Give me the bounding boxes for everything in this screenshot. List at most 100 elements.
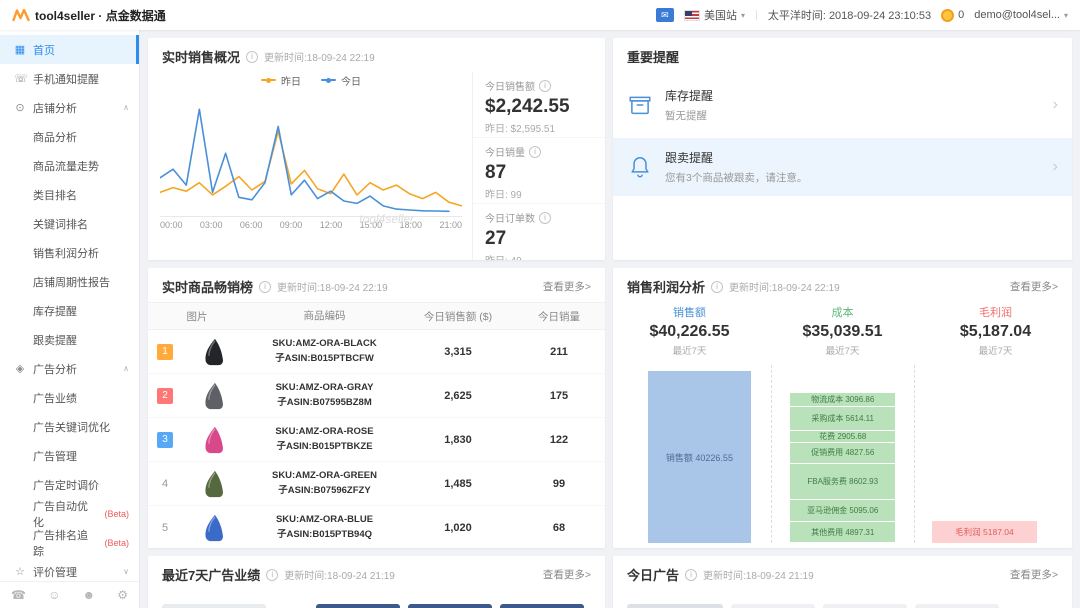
account-email: demo@tool4sel... xyxy=(974,9,1060,21)
col-sales: 今日销售额 ($) xyxy=(403,309,513,324)
card-title: 实时销售概况 xyxy=(162,47,240,66)
inventory-box-icon xyxy=(627,92,653,118)
metric-chip[interactable] xyxy=(627,604,723,608)
product-image xyxy=(182,425,246,455)
info-icon[interactable]: i xyxy=(711,281,723,293)
sales-total-bar[interactable]: 销售额 40226.55 xyxy=(648,371,750,543)
legend-yesterday[interactable]: 昨日 xyxy=(261,73,301,88)
shop-icon: ⊙ xyxy=(14,101,26,114)
cost-block[interactable]: 采购成本 5614.11 xyxy=(790,407,895,431)
sidebar-item-首页[interactable]: ▦首页 xyxy=(0,35,139,64)
bell-icon xyxy=(627,154,653,180)
cost-block[interactable]: FBA服务费 8602.93 xyxy=(790,464,895,501)
x-tick: 12:00 xyxy=(320,220,343,230)
x-tick: 21:00 xyxy=(439,220,462,230)
rank-cell: 2 xyxy=(148,388,182,404)
stat-label: 今日销量 xyxy=(485,144,525,159)
view-more-link[interactable]: 查看更多> xyxy=(543,279,591,294)
sidebar-item-评价管理[interactable]: ☆评价管理∨ xyxy=(0,557,139,581)
info-icon[interactable]: i xyxy=(529,146,541,158)
cost-stack: 物流成本 3096.86采购成本 5614.11花费 2905.68促销费用 4… xyxy=(790,393,895,543)
profit-block[interactable]: 毛利润 5187.04 xyxy=(932,521,1037,543)
table-row[interactable]: 2SKU:AMZ-ORA-GRAY子ASIN:B07595BZ8M2,62517… xyxy=(148,374,605,418)
sidebar-item-类目排名[interactable]: 类目排名 xyxy=(0,180,139,209)
view-more-link[interactable]: 查看更多> xyxy=(1010,567,1058,582)
metric-chip[interactable] xyxy=(500,604,584,608)
table-row[interactable]: 1SKU:AMZ-ORA-BLACK子ASIN:B015PTBCFW3,3152… xyxy=(148,330,605,374)
account-menu[interactable]: demo@tool4sel... ▾ xyxy=(974,9,1068,21)
stat-value: $5,187.04 xyxy=(919,323,1072,341)
hijack-alert-item[interactable]: 跟卖提醒 您有3个商品被跟卖，请注意。 › xyxy=(613,138,1072,196)
beta-badge: (Beta) xyxy=(104,538,129,548)
sidebar-item-广告管理[interactable]: 广告管理 xyxy=(0,441,139,470)
card-title: 今日广告 xyxy=(627,565,679,584)
sidebar-item-label: 广告管理 xyxy=(33,448,77,464)
table-row[interactable]: 5SKU:AMZ-ORA-BLUE子ASIN:B015PTB94Q1,02068 xyxy=(148,506,605,548)
view-more-link[interactable]: 查看更多> xyxy=(1010,279,1058,294)
info-icon[interactable]: i xyxy=(259,281,271,293)
inventory-alert-item[interactable]: 库存提醒 暂无提醒 › xyxy=(613,76,1072,134)
metric-chip[interactable] xyxy=(408,604,492,608)
sidebar-item-库存提醒[interactable]: 库存提醒 xyxy=(0,296,139,325)
sidebar-item-跟卖提醒[interactable]: 跟卖提醒 xyxy=(0,325,139,354)
profit-analysis-card: 销售利润分析 i 更新时间:18-09-24 22:19 查看更多> 销售额 $… xyxy=(613,268,1072,548)
cost-block[interactable]: 物流成本 3096.86 xyxy=(790,393,895,406)
sidebar-item-广告自动优化[interactable]: 广告自动优化(Beta) xyxy=(0,499,139,528)
users-icon[interactable]: ☻ xyxy=(82,588,95,602)
sidebar-item-手机通知提醒[interactable]: ☏手机通知提醒 xyxy=(0,64,139,93)
product-sku: SKU:AMZ-ORA-GRAY子ASIN:B07595BZ8M xyxy=(246,381,403,410)
sidebar-item-关键词排名[interactable]: 关键词排名 xyxy=(0,209,139,238)
metric-chip[interactable] xyxy=(915,604,999,608)
metric-chip[interactable] xyxy=(823,604,907,608)
cost-block[interactable]: 花费 2905.68 xyxy=(790,431,895,443)
sales-value: 2,625 xyxy=(403,390,513,402)
info-icon[interactable]: i xyxy=(246,51,258,63)
mail-icon[interactable]: ✉ xyxy=(656,8,674,22)
x-tick: 15:00 xyxy=(360,220,383,230)
user-icon[interactable]: ☺ xyxy=(48,588,60,602)
updated-time: 更新时间:18-09-24 22:19 xyxy=(264,49,375,64)
legend-today[interactable]: 今日 xyxy=(321,73,361,88)
gear-icon[interactable]: ⚙ xyxy=(117,588,128,602)
sidebar-item-label: 销售利润分析 xyxy=(33,245,99,261)
phone-icon[interactable]: ☎ xyxy=(11,588,26,602)
sidebar-item-商品流量走势[interactable]: 商品流量走势 xyxy=(0,151,139,180)
cost-block[interactable]: 促销费用 4827.56 xyxy=(790,443,895,464)
info-icon[interactable]: i xyxy=(266,569,278,581)
info-icon[interactable]: i xyxy=(539,80,551,92)
cost-block[interactable]: 亚马逊佣金 5095.06 xyxy=(790,500,895,522)
stat-label: 销售额 xyxy=(613,304,766,320)
sidebar-item-广告排名追踪[interactable]: 广告排名追踪(Beta) xyxy=(0,528,139,557)
view-more-link[interactable]: 查看更多> xyxy=(543,567,591,582)
sidebar-item-广告定时调价[interactable]: 广告定时调价 xyxy=(0,470,139,499)
brand[interactable]: tool4seller · 点金数据通 xyxy=(12,7,166,24)
sidebar-item-商品分析[interactable]: 商品分析 xyxy=(0,122,139,151)
legend-label: 昨日 xyxy=(281,73,301,88)
table-row[interactable]: 3SKU:AMZ-ORA-ROSE子ASIN:B015PTBKZE1,83012… xyxy=(148,418,605,462)
sidebar-item-label: 首页 xyxy=(33,42,55,58)
metric-chip-row xyxy=(613,604,1072,608)
sidebar-item-店铺周期性报告[interactable]: 店铺周期性报告 xyxy=(0,267,139,296)
sidebar-item-广告分析[interactable]: ◈广告分析∧ xyxy=(0,354,139,383)
alert-desc: 暂无提醒 xyxy=(665,108,713,123)
metric-chip[interactable] xyxy=(316,604,400,608)
metric-chip[interactable] xyxy=(162,604,266,608)
sidebar-item-广告关键词优化[interactable]: 广告关键词优化 xyxy=(0,412,139,441)
metric-chip[interactable] xyxy=(731,604,815,608)
coin-balance[interactable]: 0 xyxy=(941,9,964,22)
chevron-right-icon: › xyxy=(1053,158,1058,176)
sales-value: 1,485 xyxy=(403,478,513,490)
sidebar-item-店铺分析[interactable]: ⊙店铺分析∧ xyxy=(0,93,139,122)
info-icon[interactable]: i xyxy=(539,212,551,224)
sidebar-item-销售利润分析[interactable]: 销售利润分析 xyxy=(0,238,139,267)
rank-badge: 1 xyxy=(157,344,173,360)
review-icon: ☆ xyxy=(14,565,26,578)
info-icon[interactable]: i xyxy=(685,569,697,581)
main-content: 实时销售概况 i 更新时间:18-09-24 22:19 昨日 今日 xyxy=(140,30,1080,608)
marketplace-selector[interactable]: 美国站 ▾ xyxy=(684,7,745,23)
metric-chip-row xyxy=(148,604,605,608)
qty-value: 68 xyxy=(513,522,605,534)
sidebar-item-广告业绩[interactable]: 广告业绩 xyxy=(0,383,139,412)
cost-block[interactable]: 其他费用 4897.31 xyxy=(790,522,895,543)
table-row[interactable]: 4SKU:AMZ-ORA-GREEN子ASIN:B07596ZFZY1,4859… xyxy=(148,462,605,506)
